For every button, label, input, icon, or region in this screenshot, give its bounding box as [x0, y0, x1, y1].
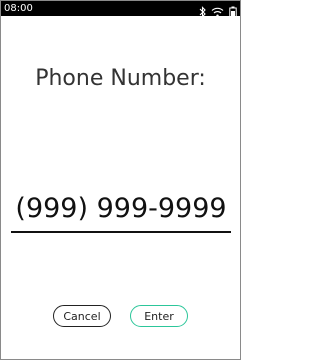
page-title: Phone Number:	[35, 66, 206, 91]
battery-icon	[229, 3, 237, 18]
wifi-icon	[211, 3, 224, 17]
phone-number-screen: 08:00 Phone Number: (999) 999-9999 Cance…	[0, 0, 241, 360]
bluetooth-icon	[199, 3, 206, 18]
status-bar: 08:00	[1, 1, 240, 18]
status-time: 08:00	[4, 3, 33, 14]
phone-number-value: (999) 999-9999	[15, 193, 227, 224]
phone-number-field[interactable]: (999) 999-9999	[11, 189, 231, 233]
enter-button[interactable]: Enter	[130, 305, 188, 327]
status-icons	[199, 2, 237, 18]
cancel-button[interactable]: Cancel	[53, 305, 111, 327]
